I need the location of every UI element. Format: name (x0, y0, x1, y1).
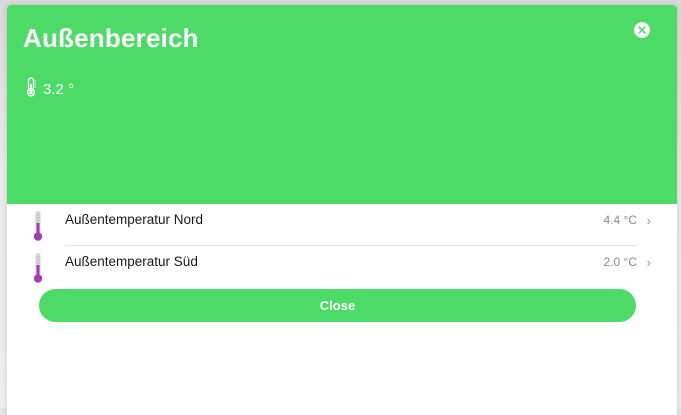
sensor-label: Außentemperatur Süd (65, 254, 198, 269)
sensor-value: 4.4 °C (603, 213, 637, 227)
chevron-right-icon: › (646, 213, 651, 228)
thermometer-icon (25, 77, 37, 101)
chevron-right-icon: › (646, 255, 651, 270)
header-temperature-value: 3.2 ° (43, 80, 75, 98)
list-item[interactable]: Außentemperatur Süd 2.0 °C › (7, 246, 677, 288)
thermometer-icon (31, 210, 45, 247)
close-icon[interactable] (634, 22, 650, 38)
header-temperature: 3.2 ° (25, 77, 75, 101)
close-button[interactable]: Close (39, 289, 636, 322)
area-dialog: Außenbereich 3.2 ° Außentemperatur Nord … (7, 5, 677, 415)
sensor-list: Außentemperatur Nord 4.4 °C › Außentempe… (7, 204, 677, 288)
sensor-value: 2.0 °C (603, 255, 637, 269)
sensor-label: Außentemperatur Nord (65, 212, 204, 227)
thermometer-icon (31, 252, 45, 289)
dialog-title: Außenbereich (23, 23, 199, 53)
dialog-header: Außenbereich 3.2 ° (7, 5, 677, 204)
list-item[interactable]: Außentemperatur Nord 4.4 °C › (7, 204, 677, 246)
